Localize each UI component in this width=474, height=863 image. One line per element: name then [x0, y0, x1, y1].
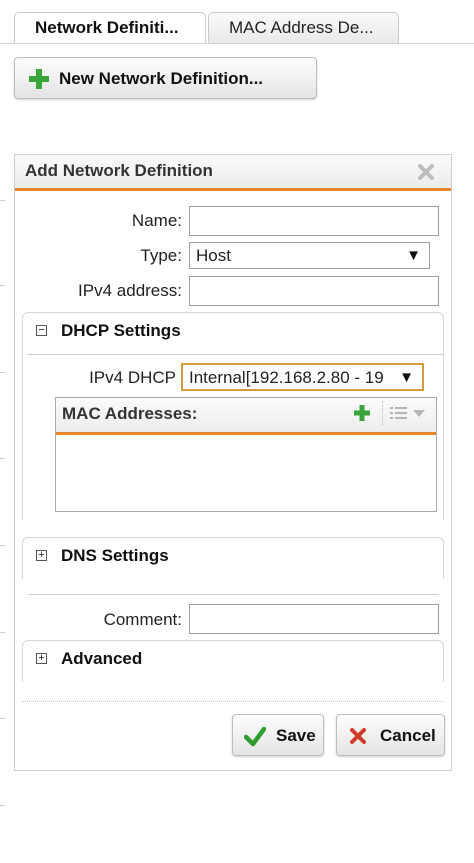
edge-tick: [0, 372, 5, 373]
comment-label: Comment:: [103, 610, 182, 629]
ipv4-dhcp-label: IPv4 DHCP: [89, 368, 176, 387]
checkmark-icon: [244, 726, 266, 747]
dialog-title: Add Network Definition: [25, 161, 213, 180]
tab-mac-address-definitions[interactable]: MAC Address De...: [208, 12, 399, 43]
dropdown-arrow-icon: ▼: [399, 369, 414, 386]
advanced-section: + Advanced: [22, 640, 444, 682]
dhcp-settings-section: − DHCP Settings IPv4 DHCP Internal[192.1…: [22, 312, 444, 520]
collapse-icon[interactable]: −: [36, 325, 47, 336]
ipv4-address-label: IPv4 address:: [78, 281, 182, 300]
tab-strip-border: [0, 43, 474, 44]
divider: [28, 594, 439, 595]
new-network-definition-button[interactable]: New Network Definition...: [14, 57, 317, 99]
type-select-value: Host: [196, 246, 231, 265]
chevron-down-icon[interactable]: [413, 410, 425, 417]
edge-tick: [0, 632, 5, 633]
comment-input[interactable]: [189, 604, 439, 634]
close-icon[interactable]: [417, 163, 435, 181]
dhcp-settings-title: DHCP Settings: [61, 321, 181, 340]
dhcp-settings-header[interactable]: − DHCP Settings: [23, 313, 443, 351]
dropdown-arrow-icon: ▼: [406, 247, 421, 264]
dns-settings-section: + DNS Settings: [22, 537, 444, 579]
tab-label: MAC Address De...: [229, 18, 374, 37]
dns-settings-title: DNS Settings: [61, 546, 169, 565]
advanced-title: Advanced: [61, 649, 143, 668]
dialog-header: Add Network Definition: [15, 155, 451, 191]
advanced-header[interactable]: + Advanced: [23, 641, 443, 679]
name-input[interactable]: [189, 206, 439, 236]
ipv4-dhcp-select[interactable]: Internal[192.168.2.80 - 19 ▼: [181, 363, 424, 391]
edge-tick: [0, 545, 5, 546]
add-icon[interactable]: [353, 404, 371, 422]
expand-icon[interactable]: +: [36, 550, 47, 561]
save-label: Save: [276, 726, 316, 745]
edge-tick: [0, 285, 5, 286]
mac-addresses-list: MAC Addresses:: [55, 397, 437, 512]
ipv4-dhcp-value: Internal[192.168.2.80 - 19: [189, 368, 384, 387]
edge-tick: [0, 718, 5, 719]
tab-network-definitions[interactable]: Network Definiti...: [14, 12, 206, 43]
toolbar-divider: [382, 401, 384, 425]
cancel-label: Cancel: [380, 726, 436, 745]
list-icon[interactable]: [390, 406, 408, 420]
type-label: Type:: [140, 246, 182, 265]
section-divider: [27, 354, 443, 355]
cancel-button[interactable]: Cancel: [336, 714, 445, 756]
name-label: Name:: [131, 211, 182, 230]
ipv4-address-input[interactable]: [189, 276, 439, 306]
expand-icon[interactable]: +: [36, 653, 47, 664]
new-network-definition-label: New Network Definition...: [59, 69, 264, 88]
tab-label: Network Definiti...: [35, 18, 179, 37]
add-network-definition-dialog: Add Network Definition Name: Type: Host …: [14, 154, 452, 771]
close-icon: [350, 728, 366, 744]
edge-tick: [0, 458, 5, 459]
mac-addresses-title: MAC Addresses:: [62, 404, 198, 423]
edge-tick: [0, 200, 5, 201]
mac-addresses-header: MAC Addresses:: [56, 398, 436, 435]
dns-settings-header[interactable]: + DNS Settings: [23, 538, 443, 576]
save-button[interactable]: Save: [232, 714, 324, 756]
edge-tick: [0, 805, 5, 806]
type-select[interactable]: Host ▼: [189, 242, 430, 269]
plus-icon: [29, 69, 49, 89]
dotted-divider: [22, 701, 444, 702]
